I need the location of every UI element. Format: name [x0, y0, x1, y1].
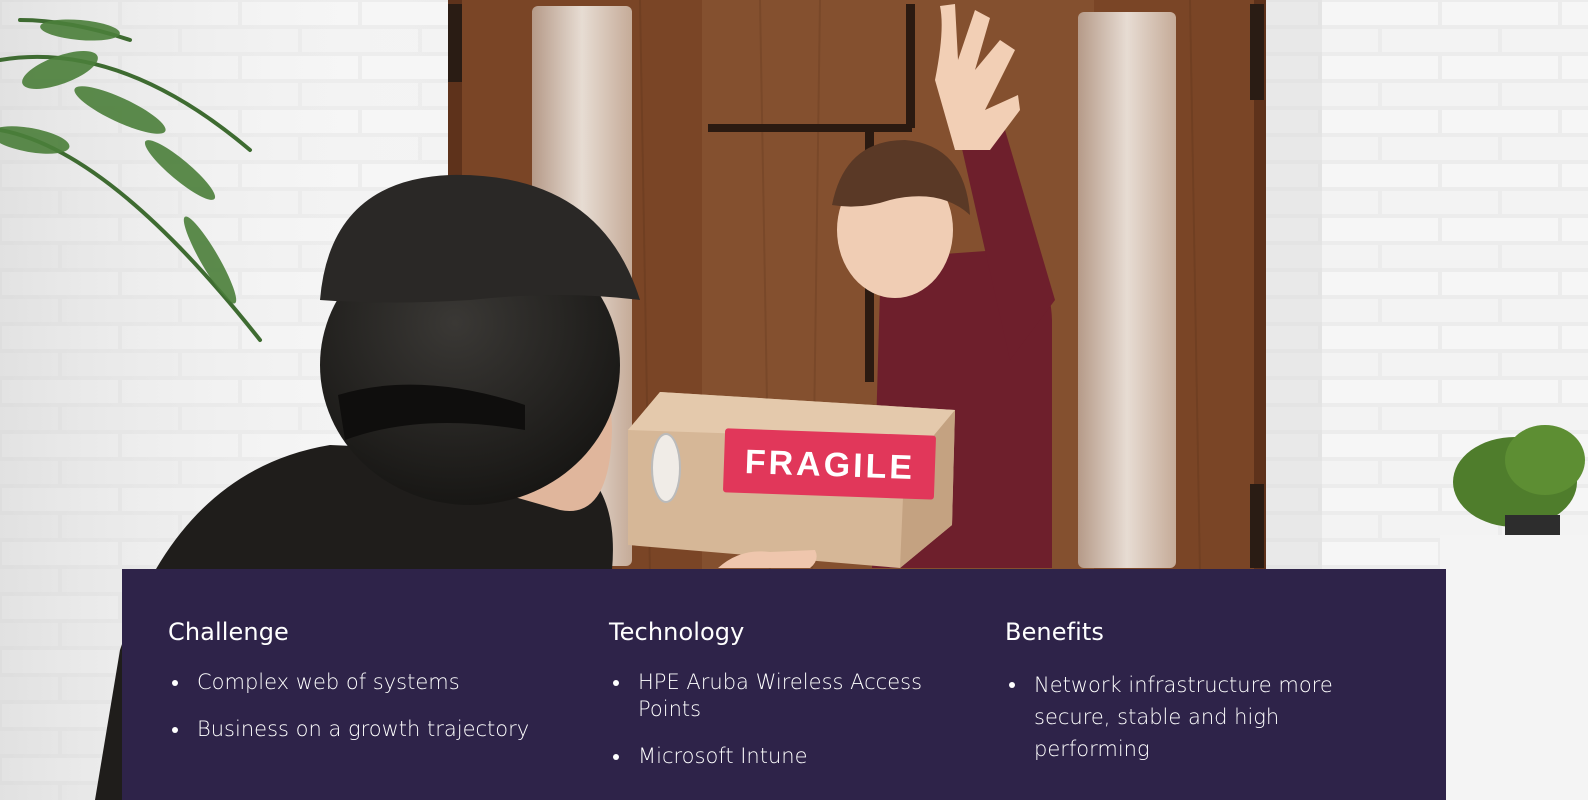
challenge-list: Complex web of systems Business on a gro… [168, 669, 558, 743]
bullet-icon [172, 680, 178, 686]
bullet-icon [613, 754, 619, 760]
benefits-list: Network infrastructure more secure, stab… [1005, 669, 1365, 765]
fragile-box: FRAGILE [628, 392, 955, 568]
list-item: Complex web of systems [168, 669, 558, 696]
potted-plant [1440, 425, 1588, 800]
list-item: Network infrastructure more secure, stab… [1005, 669, 1365, 765]
bullet-icon [613, 680, 619, 686]
list-item: HPE Aruba Wireless Access Points [609, 669, 929, 723]
benefits-column: Benefits Network infrastructure more sec… [1005, 617, 1365, 785]
bullet-icon [172, 727, 178, 733]
case-study-summary-panel: Challenge Complex web of systems Busines… [122, 569, 1446, 800]
technology-list: HPE Aruba Wireless Access Points Microso… [609, 669, 929, 770]
bullet-icon [1009, 682, 1015, 688]
technology-heading: Technology [609, 618, 745, 646]
fragile-label-text: FRAGILE [744, 443, 915, 487]
list-item: Business on a growth trajectory [168, 716, 558, 743]
benefits-heading: Benefits [1005, 618, 1105, 646]
challenge-column: Challenge Complex web of systems Busines… [168, 617, 558, 763]
technology-column: Technology HPE Aruba Wireless Access Poi… [609, 617, 929, 790]
list-item: Microsoft Intune [609, 743, 929, 770]
challenge-heading: Challenge [168, 618, 289, 646]
